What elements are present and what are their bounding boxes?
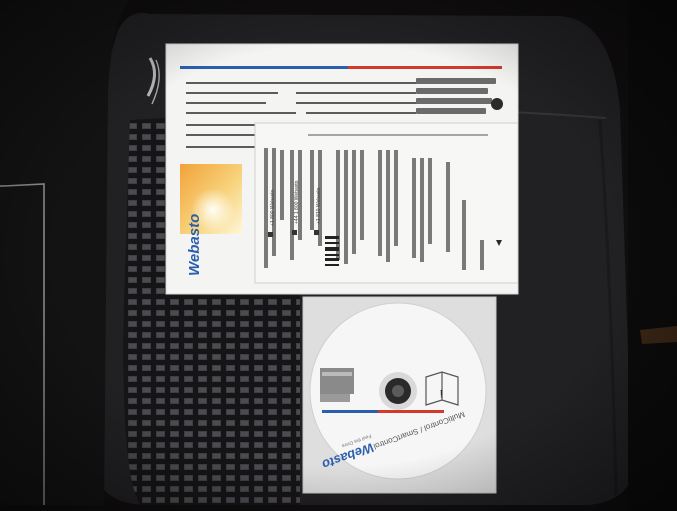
photo: i Webasto +1 800 Webasto +44 1 800 Webas…	[0, 0, 677, 511]
manual-brand-logo: Webasto	[186, 213, 203, 276]
manual-phone-2: +44 1 800 Webasto	[294, 180, 300, 224]
manual-phone-3: +1 810 Webasto	[316, 187, 322, 224]
manual-phone-1: +1 800 Webasto	[270, 189, 276, 226]
car-seat-scene: i	[0, 0, 677, 511]
